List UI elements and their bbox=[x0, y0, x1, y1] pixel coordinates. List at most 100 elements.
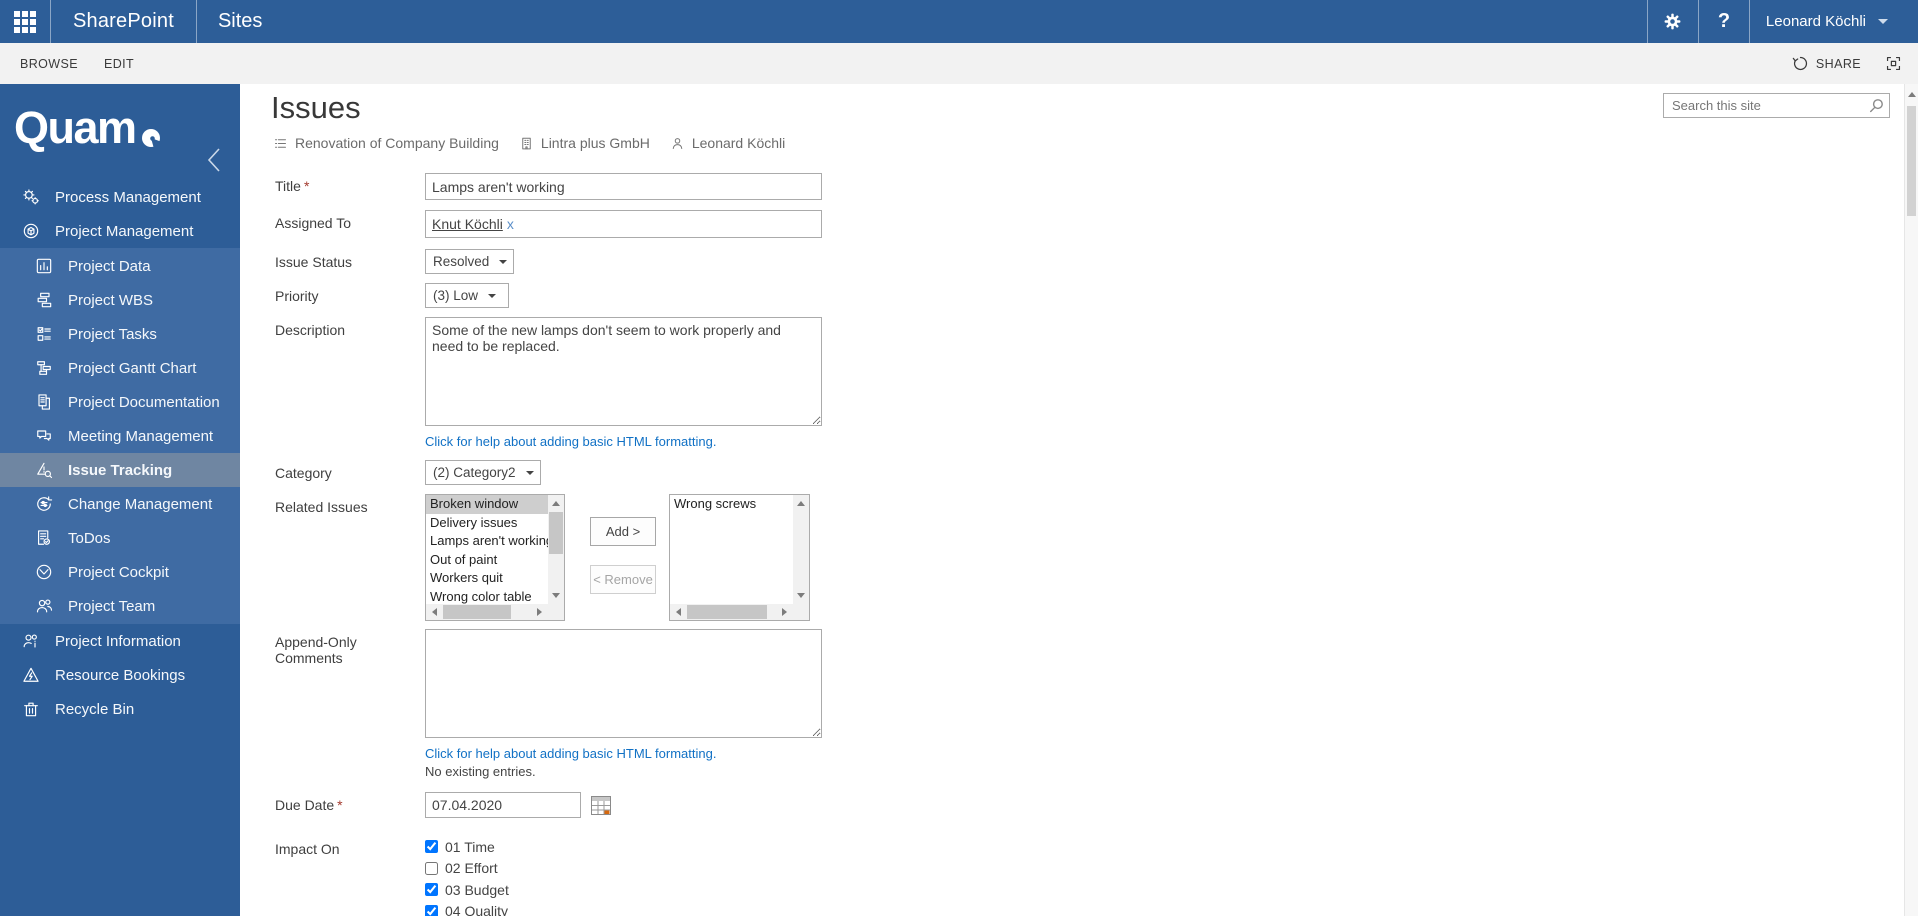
sidebar-item-label: Project Gantt Chart bbox=[68, 359, 197, 377]
listbox-option[interactable]: Wrong color table bbox=[426, 588, 548, 605]
listbox-buttons: Add > < Remove bbox=[590, 517, 656, 594]
sidebar-item-project-information[interactable]: Project Information bbox=[0, 624, 240, 658]
add-button[interactable]: Add > bbox=[590, 517, 656, 546]
list-icon bbox=[275, 138, 286, 148]
share-label: SHARE bbox=[1815, 56, 1861, 71]
listbox-option[interactable]: Wrong screws bbox=[670, 495, 793, 514]
impact-option-effort[interactable]: 02 Effort bbox=[425, 858, 1095, 880]
html-formatting-help-link[interactable]: Click for help about adding basic HTML f… bbox=[425, 434, 1095, 449]
field-due-date: Due Date * bbox=[275, 792, 1095, 818]
search-input[interactable] bbox=[1664, 98, 1869, 113]
description-textarea[interactable]: Some of the new lamps don't seem to work… bbox=[425, 317, 822, 426]
scroll-down-button[interactable] bbox=[793, 588, 809, 604]
project-management-icon bbox=[20, 221, 42, 241]
meeting-icon bbox=[33, 426, 55, 446]
sidebar-item-issue-tracking[interactable]: Issue Tracking bbox=[0, 453, 240, 487]
listbox-option[interactable]: Workers quit bbox=[426, 569, 548, 588]
scrollbar-thumb[interactable] bbox=[549, 512, 563, 554]
sidebar-item-meeting-management[interactable]: Meeting Management bbox=[0, 419, 240, 453]
checkbox[interactable] bbox=[425, 883, 438, 897]
sidebar-item-recycle-bin[interactable]: Recycle Bin bbox=[0, 692, 240, 726]
recycle-bin-icon bbox=[20, 699, 42, 719]
sidebar-item-project-team[interactable]: Project Team bbox=[0, 589, 240, 623]
scroll-left-button[interactable] bbox=[426, 604, 442, 620]
related-issues-selected-listbox[interactable]: Wrong screws bbox=[669, 494, 810, 621]
focus-on-content-button[interactable] bbox=[1885, 55, 1902, 72]
breadcrumb-item-company[interactable]: Lintra plus GmbH bbox=[519, 135, 650, 151]
assigned-person-link[interactable]: Knut Köchli bbox=[432, 216, 503, 232]
sidebar-item-label: Change Management bbox=[68, 495, 213, 513]
related-issues-available-listbox[interactable]: Broken window Delivery issues Lamps aren… bbox=[425, 494, 565, 621]
tab-edit[interactable]: EDIT bbox=[104, 57, 134, 71]
scroll-up-button[interactable] bbox=[793, 495, 809, 511]
search-button[interactable] bbox=[1869, 98, 1884, 113]
sharepoint-brand-link[interactable]: SharePoint bbox=[51, 0, 196, 43]
share-button[interactable]: SHARE bbox=[1792, 55, 1861, 72]
assigned-to-picker[interactable]: Knut Köchli x bbox=[425, 210, 822, 238]
remove-button[interactable]: < Remove bbox=[590, 565, 656, 594]
listbox-option[interactable]: Broken window bbox=[426, 495, 548, 514]
html-formatting-help-link[interactable]: Click for help about adding basic HTML f… bbox=[425, 746, 1095, 761]
scroll-up-button[interactable] bbox=[1904, 86, 1918, 102]
field-category: Category (2) Category2 bbox=[275, 460, 1095, 485]
impact-option-budget[interactable]: 03 Budget bbox=[425, 879, 1095, 901]
app-launcher-button[interactable] bbox=[0, 0, 50, 43]
horizontal-scrollbar[interactable] bbox=[426, 604, 548, 620]
date-picker-button[interactable] bbox=[591, 795, 611, 815]
title-input[interactable] bbox=[425, 173, 822, 200]
vertical-scrollbar[interactable] bbox=[548, 495, 564, 604]
issue-status-select[interactable]: Resolved bbox=[425, 249, 515, 274]
listbox-option[interactable]: Delivery issues bbox=[426, 514, 548, 533]
quam-logo[interactable]: Quam bbox=[0, 84, 240, 156]
sidebar-item-change-management[interactable]: Change Management bbox=[0, 487, 240, 521]
help-button[interactable]: ? bbox=[1699, 0, 1749, 43]
tab-browse[interactable]: BROWSE bbox=[20, 57, 78, 71]
impact-option-time[interactable]: 01 Time bbox=[425, 836, 1095, 858]
sites-link[interactable]: Sites bbox=[197, 0, 283, 43]
scrollbar-thumb[interactable] bbox=[687, 605, 767, 619]
page-scrollbar[interactable] bbox=[1904, 84, 1918, 916]
scroll-down-button[interactable] bbox=[548, 588, 564, 604]
sidebar-collapse-button[interactable] bbox=[206, 146, 222, 179]
sidebar-item-label: Issue Tracking bbox=[68, 461, 173, 479]
scroll-left-button[interactable] bbox=[670, 604, 686, 620]
priority-select[interactable]: (3) Low bbox=[425, 283, 509, 308]
sidebar-item-project-documentation[interactable]: Project Documentation bbox=[0, 385, 240, 419]
settings-button[interactable] bbox=[1648, 0, 1698, 43]
scroll-up-button[interactable] bbox=[548, 495, 564, 511]
sidebar-item-project-wbs[interactable]: Project WBS bbox=[0, 283, 240, 317]
user-menu[interactable]: Leonard Köchli bbox=[1750, 0, 1904, 43]
tasks-icon bbox=[33, 324, 55, 344]
wbs-icon bbox=[33, 290, 55, 310]
breadcrumb-item-user[interactable]: Leonard Köchli bbox=[670, 135, 785, 151]
checkbox[interactable] bbox=[425, 840, 438, 854]
sidebar-item-project-management[interactable]: Project Management bbox=[0, 214, 240, 248]
scrollbar-thumb[interactable] bbox=[443, 605, 511, 619]
sidebar-item-project-data[interactable]: Project Data bbox=[0, 249, 240, 283]
sidebar-item-todos[interactable]: ToDos bbox=[0, 521, 240, 555]
comments-textarea[interactable] bbox=[425, 629, 822, 738]
listbox-option[interactable]: Out of paint bbox=[426, 551, 548, 570]
remove-person-button[interactable]: x bbox=[507, 216, 514, 232]
quam-logo-text: Quam bbox=[14, 102, 137, 153]
horizontal-scrollbar[interactable] bbox=[670, 604, 793, 620]
sidebar-item-project-gantt-chart[interactable]: Project Gantt Chart bbox=[0, 351, 240, 385]
scrollbar-thumb[interactable] bbox=[1907, 106, 1916, 216]
breadcrumb-label: Leonard Köchli bbox=[691, 135, 786, 151]
scroll-right-button[interactable] bbox=[532, 604, 548, 620]
vertical-scrollbar[interactable] bbox=[793, 495, 809, 604]
sidebar-item-resource-bookings[interactable]: Resource Bookings bbox=[0, 658, 240, 692]
breadcrumb-item-project[interactable]: Renovation of Company Building bbox=[273, 135, 499, 151]
category-select[interactable]: (2) Category2 bbox=[425, 460, 541, 485]
sidebar-item-process-management[interactable]: Process Management bbox=[0, 180, 240, 214]
checkbox[interactable] bbox=[425, 904, 438, 916]
scroll-right-button[interactable] bbox=[777, 604, 793, 620]
due-date-input[interactable] bbox=[425, 792, 581, 818]
impact-option-quality[interactable]: 04 Quality bbox=[425, 901, 1095, 916]
checkbox[interactable] bbox=[425, 861, 438, 875]
sidebar-item-project-cockpit[interactable]: Project Cockpit bbox=[0, 555, 240, 589]
sidebar-item-label: Project Team bbox=[68, 597, 156, 615]
listbox-option[interactable]: Lamps aren't working bbox=[426, 532, 548, 551]
sidebar-item-project-tasks[interactable]: Project Tasks bbox=[0, 317, 240, 351]
project-information-icon bbox=[20, 631, 42, 651]
